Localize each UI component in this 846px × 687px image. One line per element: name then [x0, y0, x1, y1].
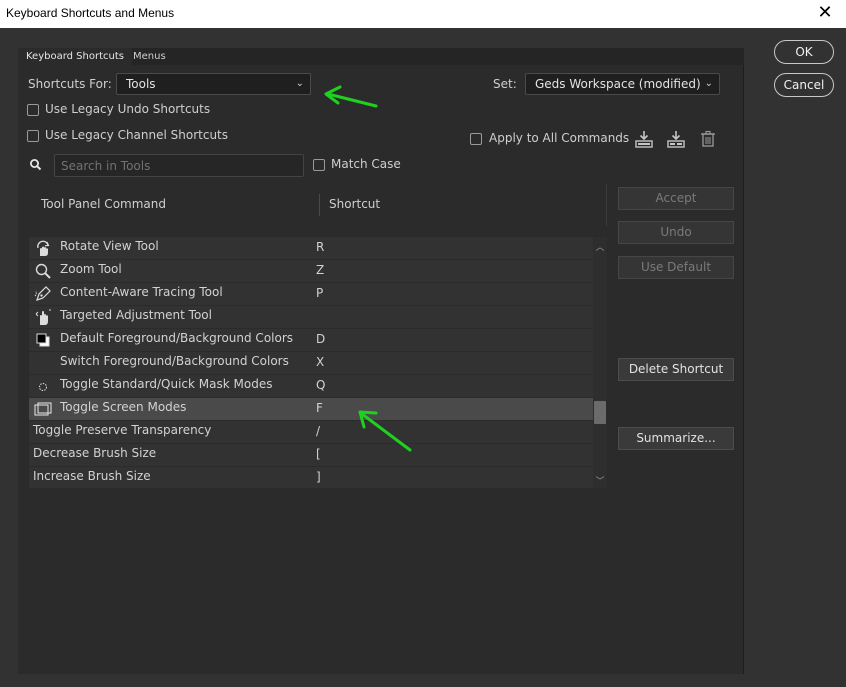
hand-adjust-icon — [34, 308, 52, 326]
pen-tracing-icon — [34, 285, 52, 303]
scroll-down-icon[interactable]: ﹀ — [593, 474, 607, 487]
column-header-command[interactable]: Tool Panel Command — [41, 197, 166, 211]
save-set-icon[interactable] — [634, 129, 654, 149]
tab-menus[interactable]: Menus — [125, 48, 174, 65]
close-icon[interactable]: ✕ — [812, 2, 838, 24]
zoom-icon — [34, 262, 52, 280]
use-default-button[interactable]: Use Default — [618, 256, 734, 279]
trash-icon[interactable] — [698, 129, 718, 149]
shortcut-key[interactable]: Q — [316, 378, 325, 392]
list-scrollbar[interactable]: ︿ ﹀ — [593, 237, 607, 488]
table-row[interactable]: Toggle Preserve Transparency / — [29, 421, 594, 444]
table-row[interactable]: Rotate View Tool R — [29, 237, 594, 260]
annotation-arrow-icon — [324, 85, 378, 108]
command-name: Increase Brush Size — [33, 469, 151, 483]
table-row[interactable]: Default Foreground/Background Colors D — [29, 329, 594, 352]
legacy-channel-checkbox[interactable] — [27, 130, 39, 142]
legacy-channel-label: Use Legacy Channel Shortcuts — [45, 128, 229, 142]
shortcuts-for-label: Shortcuts For: — [28, 77, 112, 91]
apply-all-label: Apply to All Commands — [489, 131, 630, 145]
title-bar: Keyboard Shortcuts and Menus ✕ — [0, 0, 846, 28]
shortcuts-for-select[interactable]: Tools ⌄ — [116, 73, 311, 95]
scroll-up-icon[interactable]: ︿ — [593, 240, 607, 253]
chevron-down-icon: ⌄ — [704, 78, 713, 89]
set-value: Geds Workspace (modified) — [535, 77, 701, 91]
match-case-checkbox[interactable] — [313, 159, 325, 171]
match-case-label: Match Case — [331, 157, 401, 171]
rotate-view-icon — [34, 239, 52, 257]
search-icon — [28, 157, 44, 173]
shortcut-key[interactable]: X — [316, 355, 324, 369]
shortcut-list[interactable]: Rotate View Tool R Zoom Tool Z Content-A… — [28, 236, 608, 489]
set-label: Set: — [493, 77, 517, 91]
table-row[interactable]: Decrease Brush Size [ — [29, 444, 594, 467]
annotation-arrow-icon — [358, 410, 412, 452]
save-set-as-icon[interactable] — [666, 129, 686, 149]
table-row[interactable]: Switch Foreground/Background Colors X — [29, 352, 594, 375]
shortcut-key[interactable]: R — [316, 240, 324, 254]
accept-button[interactable]: Accept — [618, 187, 734, 210]
legacy-undo-label: Use Legacy Undo Shortcuts — [45, 102, 211, 116]
legacy-undo-checkbox[interactable] — [27, 104, 39, 116]
summarize-button[interactable]: Summarize... — [618, 427, 734, 450]
table-row[interactable]: Targeted Adjustment Tool — [29, 306, 594, 329]
command-name: Toggle Preserve Transparency — [33, 423, 212, 437]
shortcut-key[interactable]: ] — [316, 470, 321, 484]
screen-mode-icon — [34, 400, 52, 418]
search-input[interactable] — [54, 154, 304, 177]
command-name: Targeted Adjustment Tool — [60, 308, 212, 322]
shortcut-key[interactable]: P — [316, 286, 323, 300]
cancel-button[interactable]: Cancel — [774, 73, 834, 97]
tab-keyboard-shortcuts[interactable]: Keyboard Shortcuts — [18, 48, 132, 65]
default-colors-icon — [34, 331, 52, 349]
shortcut-key[interactable]: Z — [316, 263, 324, 277]
command-name: Rotate View Tool — [60, 239, 159, 253]
quick-mask-icon — [34, 377, 52, 395]
shortcut-key[interactable]: / — [316, 424, 320, 438]
table-row[interactable]: Increase Brush Size ] — [29, 467, 594, 488]
command-name: Zoom Tool — [60, 262, 122, 276]
command-name: Content-Aware Tracing Tool — [60, 285, 223, 299]
chevron-down-icon: ⌄ — [295, 78, 304, 89]
table-row[interactable]: Zoom Tool Z — [29, 260, 594, 283]
undo-button[interactable]: Undo — [618, 221, 734, 244]
command-name: Default Foreground/Background Colors — [60, 331, 294, 345]
command-name: Switch Foreground/Background Colors — [60, 354, 289, 368]
command-name: Toggle Screen Modes — [60, 400, 187, 414]
window-title: Keyboard Shortcuts and Menus — [6, 6, 175, 20]
delete-shortcut-button[interactable]: Delete Shortcut — [618, 358, 734, 381]
header-divider — [606, 184, 607, 226]
table-row[interactable]: Toggle Standard/Quick Mask Modes Q — [29, 375, 594, 398]
shortcuts-for-value: Tools — [126, 77, 156, 91]
column-header-shortcut[interactable]: Shortcut — [329, 197, 380, 211]
set-select[interactable]: Geds Workspace (modified) ⌄ — [525, 73, 720, 95]
shortcut-key[interactable]: [ — [316, 447, 321, 461]
command-name: Decrease Brush Size — [33, 446, 157, 460]
column-divider[interactable] — [319, 194, 320, 216]
scrollbar-thumb[interactable] — [594, 401, 606, 424]
table-row[interactable]: Content-Aware Tracing Tool P — [29, 283, 594, 306]
command-name: Toggle Standard/Quick Mask Modes — [60, 377, 273, 391]
shortcut-key[interactable]: D — [316, 332, 325, 346]
ok-button[interactable]: OK — [774, 40, 834, 64]
shortcut-key[interactable]: F — [316, 401, 323, 415]
table-row-selected[interactable]: Toggle Screen Modes F — [29, 398, 594, 421]
apply-all-checkbox[interactable] — [470, 133, 482, 145]
